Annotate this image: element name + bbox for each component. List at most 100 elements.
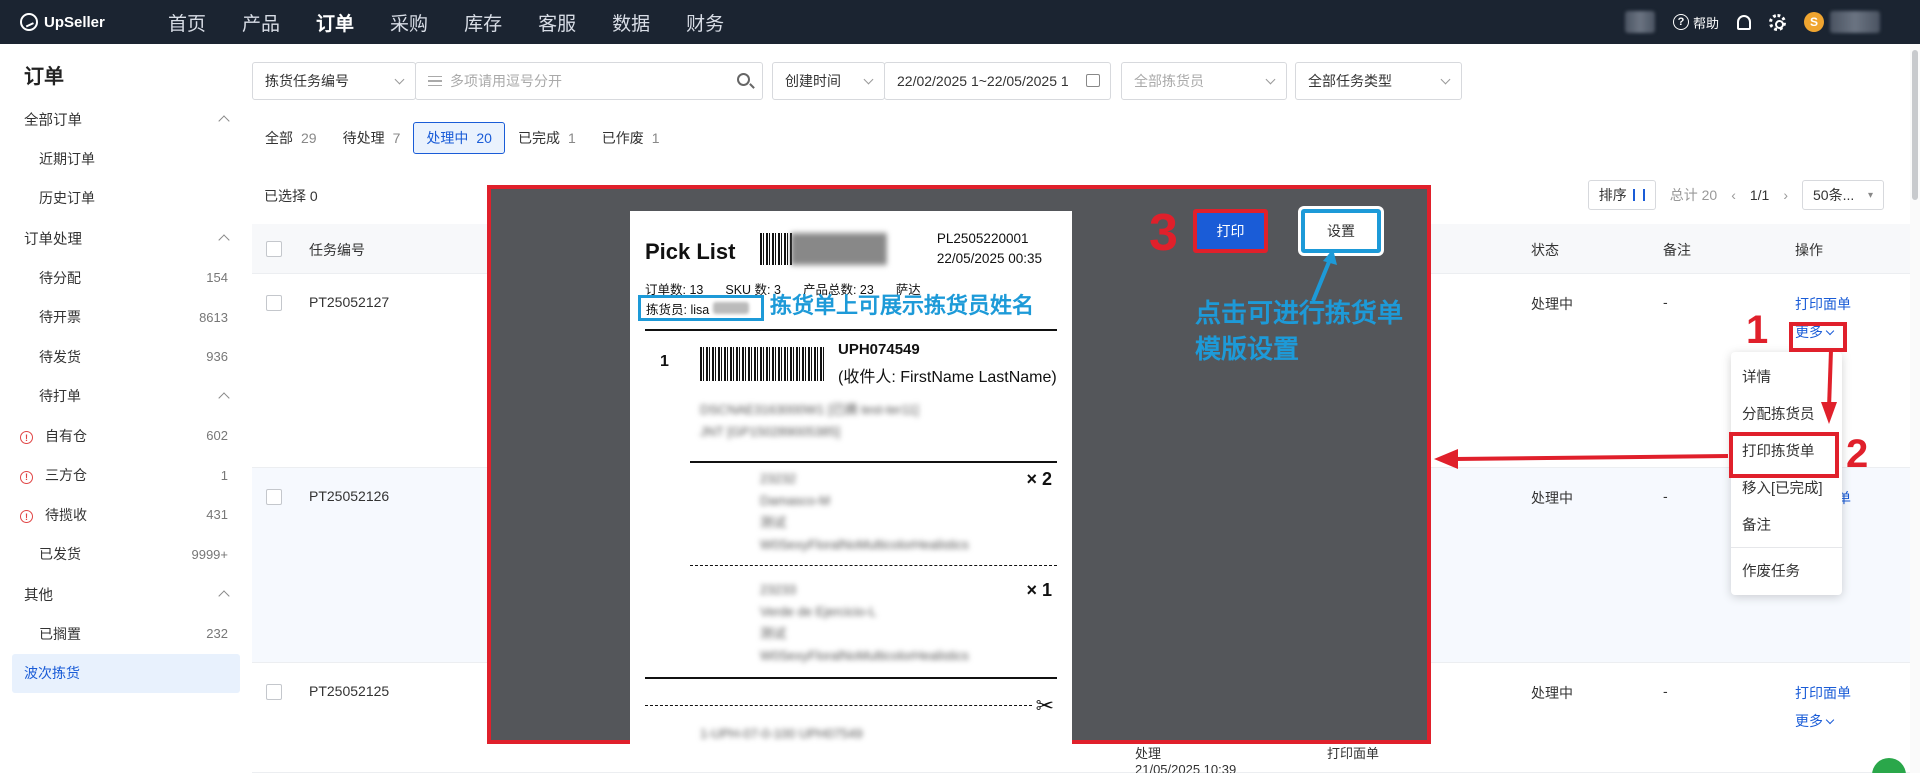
cut-line — [645, 705, 1032, 706]
menu-item-void-task[interactable]: 作废任务 — [1731, 552, 1842, 589]
remark-text: - — [1663, 294, 1668, 310]
barcode — [760, 233, 792, 265]
task-no[interactable]: PT25052127 — [309, 294, 389, 310]
sidebar-item-wave-picking[interactable]: 波次拣货 — [12, 653, 240, 693]
bell-icon[interactable] — [1737, 14, 1751, 30]
chevron-up-icon — [218, 234, 230, 246]
next-order-line: 1-UPH-07-0-100 UPH07549 — [700, 726, 863, 741]
sidebar-item-count: 8613 — [199, 309, 228, 325]
barcode-blurred — [792, 233, 887, 265]
task-no[interactable]: PT25052125 — [309, 683, 389, 699]
sidebar-item-label: 自有仓 — [45, 427, 87, 444]
row-checkbox[interactable] — [266, 684, 282, 700]
sidebar-item-label: 待打单 — [39, 388, 81, 405]
divider — [645, 329, 1057, 331]
sidebar-item-to-ship[interactable]: 待发货 936 — [0, 337, 252, 377]
sort-icon — [1632, 189, 1645, 201]
pick-list-time: 22/05/2025 00:35 — [936, 251, 1042, 266]
tab-label: 待处理 — [342, 130, 385, 146]
next-page-icon[interactable]: › — [1783, 187, 1788, 203]
settings-button[interactable]: 设置 — [1301, 209, 1381, 253]
sidebar-item-own-warehouse[interactable]: ! 自有仓 602 — [0, 416, 252, 456]
print-button[interactable]: 打印 — [1193, 209, 1268, 253]
scrollbar[interactable] — [1910, 44, 1920, 773]
sidebar-item-recent-orders[interactable]: 近期订单 — [0, 139, 252, 179]
picker-select[interactable]: 全部拣货员 — [1121, 62, 1287, 100]
tab-pending[interactable]: 待处理 7 — [330, 122, 414, 154]
nav-item-customer-service[interactable]: 客服 — [520, 9, 594, 36]
sidebar-group-to-print[interactable]: 待打单 — [0, 377, 252, 417]
chevron-up-icon — [218, 590, 230, 602]
nav-item-finance[interactable]: 财务 — [668, 9, 742, 36]
header-actions: 操作 — [1795, 242, 1823, 258]
tab-completed[interactable]: 已完成 1 — [505, 122, 589, 154]
sidebar-item-count: 431 — [206, 507, 228, 523]
sidebar-group-other[interactable]: 其他 — [0, 574, 252, 614]
date-range-picker[interactable]: 22/02/2025 1~22/05/2025 1 — [884, 62, 1111, 100]
pick-list-number: PL2505220001 22/05/2025 00:35 — [937, 229, 1042, 269]
search-input[interactable]: 多项请用逗号分开 — [415, 62, 763, 100]
user-menu[interactable]: S — [1804, 11, 1880, 33]
menu-item-remark[interactable]: 备注 — [1731, 506, 1842, 543]
calendar-icon — [1086, 74, 1100, 87]
item1-qty: × 2 — [1026, 469, 1052, 489]
upseller-logo[interactable]: UpSeller — [0, 13, 150, 31]
sidebar-item-shipped[interactable]: 已发货 9999+ — [0, 535, 252, 575]
select-all-checkbox[interactable] — [266, 241, 282, 257]
nav-item-data[interactable]: 数据 — [594, 9, 668, 36]
sidebar-group-label: 全部订单 — [24, 112, 82, 129]
status-text: 处理中 — [1531, 490, 1573, 506]
sidebar-title: 订单 — [24, 66, 64, 88]
tab-processing[interactable]: 处理中 20 — [413, 122, 505, 154]
sidebar-item-count: 936 — [206, 349, 228, 365]
dashed-divider — [690, 565, 1057, 566]
tab-all[interactable]: 全部 29 — [252, 122, 330, 154]
item1-desc: W0SexyFloralNoMulticolorHealistics — [760, 537, 969, 552]
nav-item-purchasing[interactable]: 采购 — [372, 9, 446, 36]
task-no[interactable]: PT25052126 — [309, 488, 389, 504]
nav-item-orders[interactable]: 订单 — [298, 9, 372, 36]
more-dropdown-trigger[interactable]: 更多 — [1795, 711, 1835, 731]
sidebar-item-to-assign[interactable]: 待分配 154 — [0, 258, 252, 298]
nav-item-products[interactable]: 产品 — [224, 9, 298, 36]
sidebar-item-count: 602 — [206, 428, 228, 444]
sidebar-item-to-pickup[interactable]: ! 待揽收 431 — [0, 495, 252, 535]
step-3-marker: 3 — [1149, 204, 1178, 262]
picker-name-box: 拣货员: lisa — [638, 295, 764, 321]
sidebar-item-to-invoice[interactable]: 待开票 8613 — [0, 298, 252, 338]
item2-sku: 23233 — [760, 582, 797, 597]
avatar — [1830, 11, 1880, 33]
sidebar-item-history-orders[interactable]: 历史订单 — [0, 179, 252, 219]
sidebar-item-third-party-warehouse[interactable]: ! 三方仓 1 — [0, 456, 252, 496]
row-checkbox[interactable] — [266, 489, 282, 505]
nav-item-inventory[interactable]: 库存 — [446, 9, 520, 36]
print-label-link[interactable]: 打印面单 — [1795, 683, 1851, 703]
tab-voided[interactable]: 已作废 1 — [589, 122, 673, 154]
more-label: 更多 — [1795, 713, 1823, 729]
more-highlight-box — [1789, 322, 1847, 352]
sidebar-group-all-orders[interactable]: 全部订单 — [0, 99, 252, 139]
sidebar-item-count: 9999+ — [191, 546, 228, 562]
sort-button[interactable]: 排序 — [1587, 180, 1656, 210]
logo-icon — [20, 13, 38, 31]
scissors-icon: ✂ — [1035, 693, 1054, 718]
row-checkbox[interactable] — [266, 295, 282, 311]
page-size-select[interactable]: 50条... ▾ — [1802, 180, 1884, 210]
sidebar-item-on-hold[interactable]: 已搁置 232 — [0, 614, 252, 654]
task-no-select[interactable]: 拣货任务编号 — [252, 62, 416, 100]
tab-count: 1 — [567, 130, 576, 146]
chevron-down-icon — [863, 74, 874, 85]
header-task-no: 任务编号 — [309, 242, 365, 258]
sidebar-group-order-processing[interactable]: 订单处理 — [0, 218, 252, 258]
nav-item-home[interactable]: 首页 — [150, 9, 224, 36]
task-type-select[interactable]: 全部任务类型 — [1295, 62, 1462, 100]
time-type-select[interactable]: 创建时间 — [772, 62, 885, 100]
print-label-link[interactable]: 打印面单 — [1795, 294, 1851, 314]
alert-icon: ! — [20, 470, 33, 484]
account-switcher[interactable] — [1624, 11, 1655, 33]
gear-icon[interactable] — [1769, 13, 1786, 31]
search-icon[interactable] — [737, 73, 750, 86]
list-icon — [428, 76, 442, 86]
prev-page-icon[interactable]: ‹ — [1731, 187, 1736, 203]
help-button[interactable]: ? 帮助 — [1672, 13, 1719, 32]
